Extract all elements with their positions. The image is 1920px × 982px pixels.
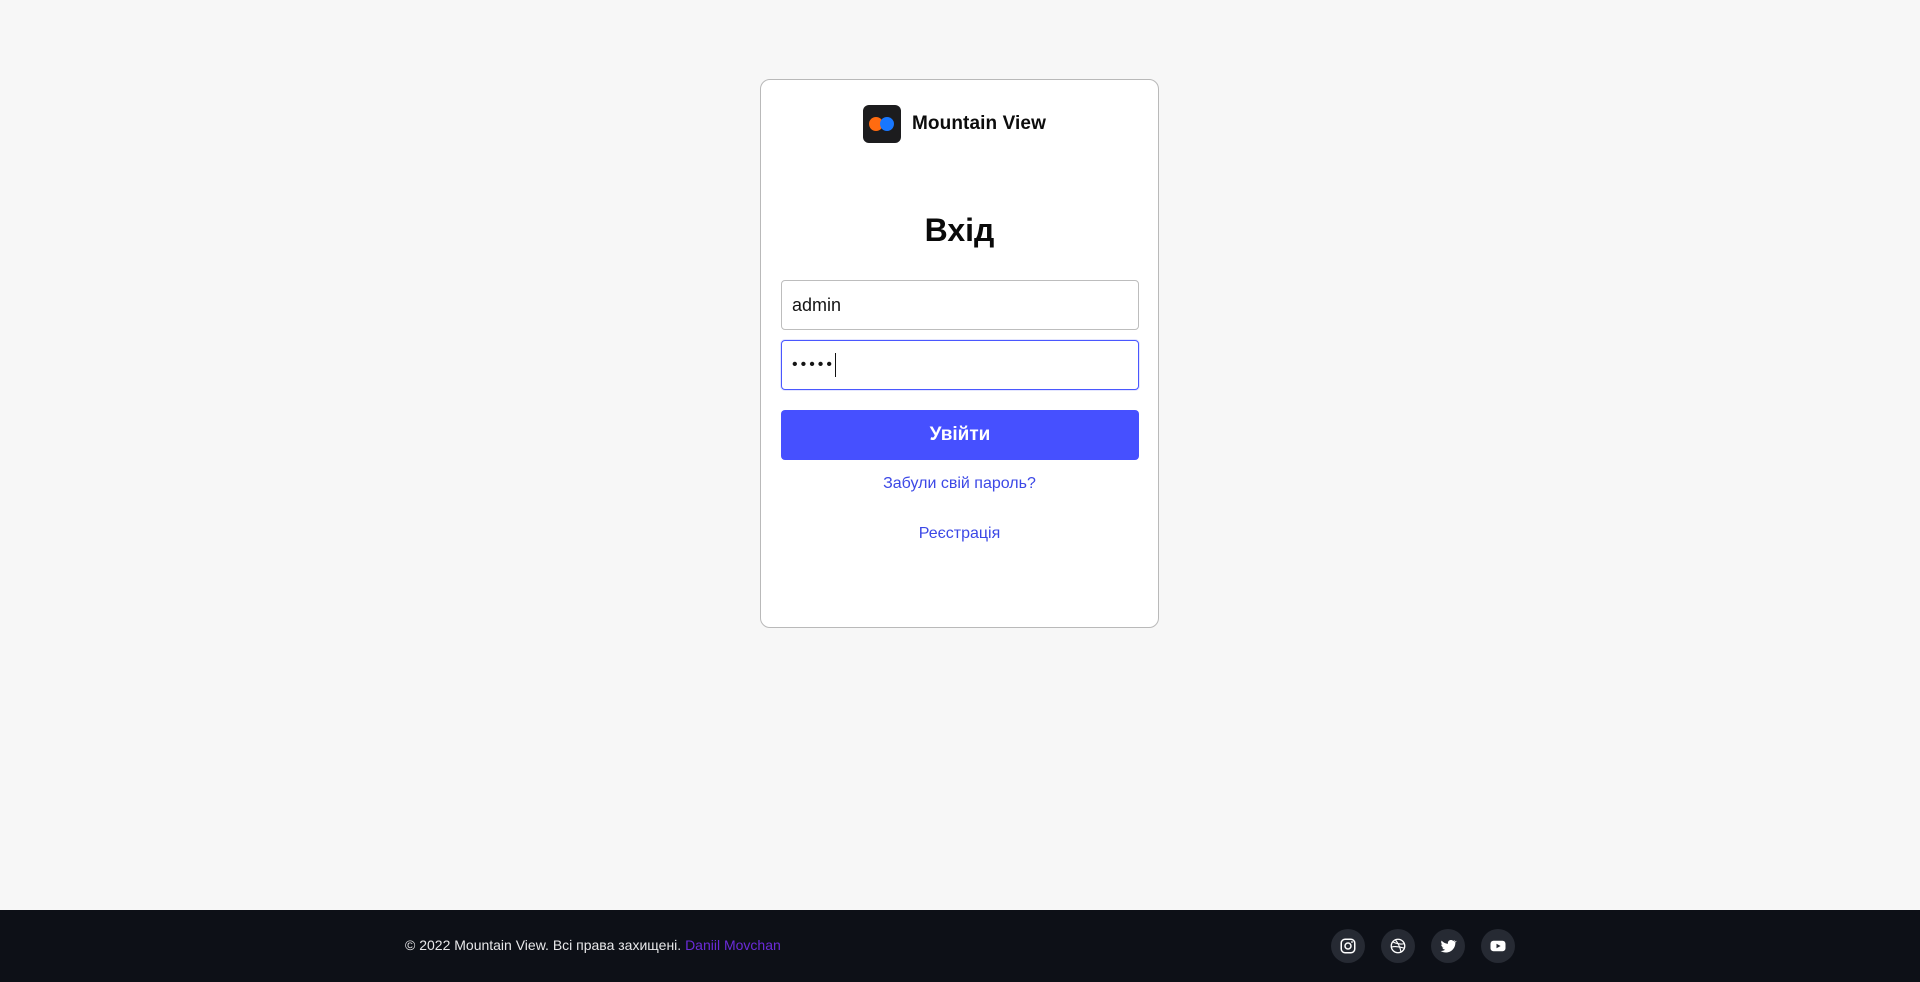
youtube-link[interactable] bbox=[1481, 929, 1515, 963]
instagram-link[interactable] bbox=[1331, 929, 1365, 963]
password-input[interactable]: ••••• bbox=[781, 340, 1139, 390]
copyright-text: © 2022 Mountain View. Всі права захищені… bbox=[405, 937, 781, 953]
password-value: ••••• bbox=[792, 356, 836, 373]
page-title: Вхід bbox=[924, 212, 995, 248]
instagram-icon bbox=[1340, 938, 1356, 954]
text-caret bbox=[835, 353, 837, 377]
twitter-icon bbox=[1440, 939, 1457, 953]
two-dots-logo-icon bbox=[863, 105, 901, 143]
social-links bbox=[1331, 929, 1515, 963]
twitter-link[interactable] bbox=[1431, 929, 1465, 963]
brand[interactable]: Mountain View bbox=[863, 105, 1046, 143]
footer: © 2022 Mountain View. Всі права захищені… bbox=[0, 910, 1920, 982]
logo-blue-dot bbox=[880, 117, 894, 131]
author-link[interactable]: Daniil Movchan bbox=[685, 937, 781, 953]
forgot-password-link[interactable]: Забули свій пароль? bbox=[761, 475, 1158, 493]
dribbble-icon bbox=[1390, 938, 1406, 954]
login-page: Mountain View Вхід admin ••••• Увійти За… bbox=[0, 0, 1920, 982]
login-button[interactable]: Увійти bbox=[781, 410, 1139, 460]
register-link[interactable]: Реєстрація bbox=[761, 525, 1158, 543]
username-value: admin bbox=[792, 294, 842, 315]
username-input[interactable]: admin bbox=[781, 280, 1139, 330]
copyright-label: © 2022 Mountain View. Всі права захищені… bbox=[405, 937, 682, 953]
dribbble-link[interactable] bbox=[1381, 929, 1415, 963]
youtube-icon bbox=[1490, 940, 1506, 952]
brand-name: Mountain View bbox=[912, 113, 1046, 134]
login-card: Mountain View Вхід admin ••••• Увійти За… bbox=[760, 79, 1159, 628]
